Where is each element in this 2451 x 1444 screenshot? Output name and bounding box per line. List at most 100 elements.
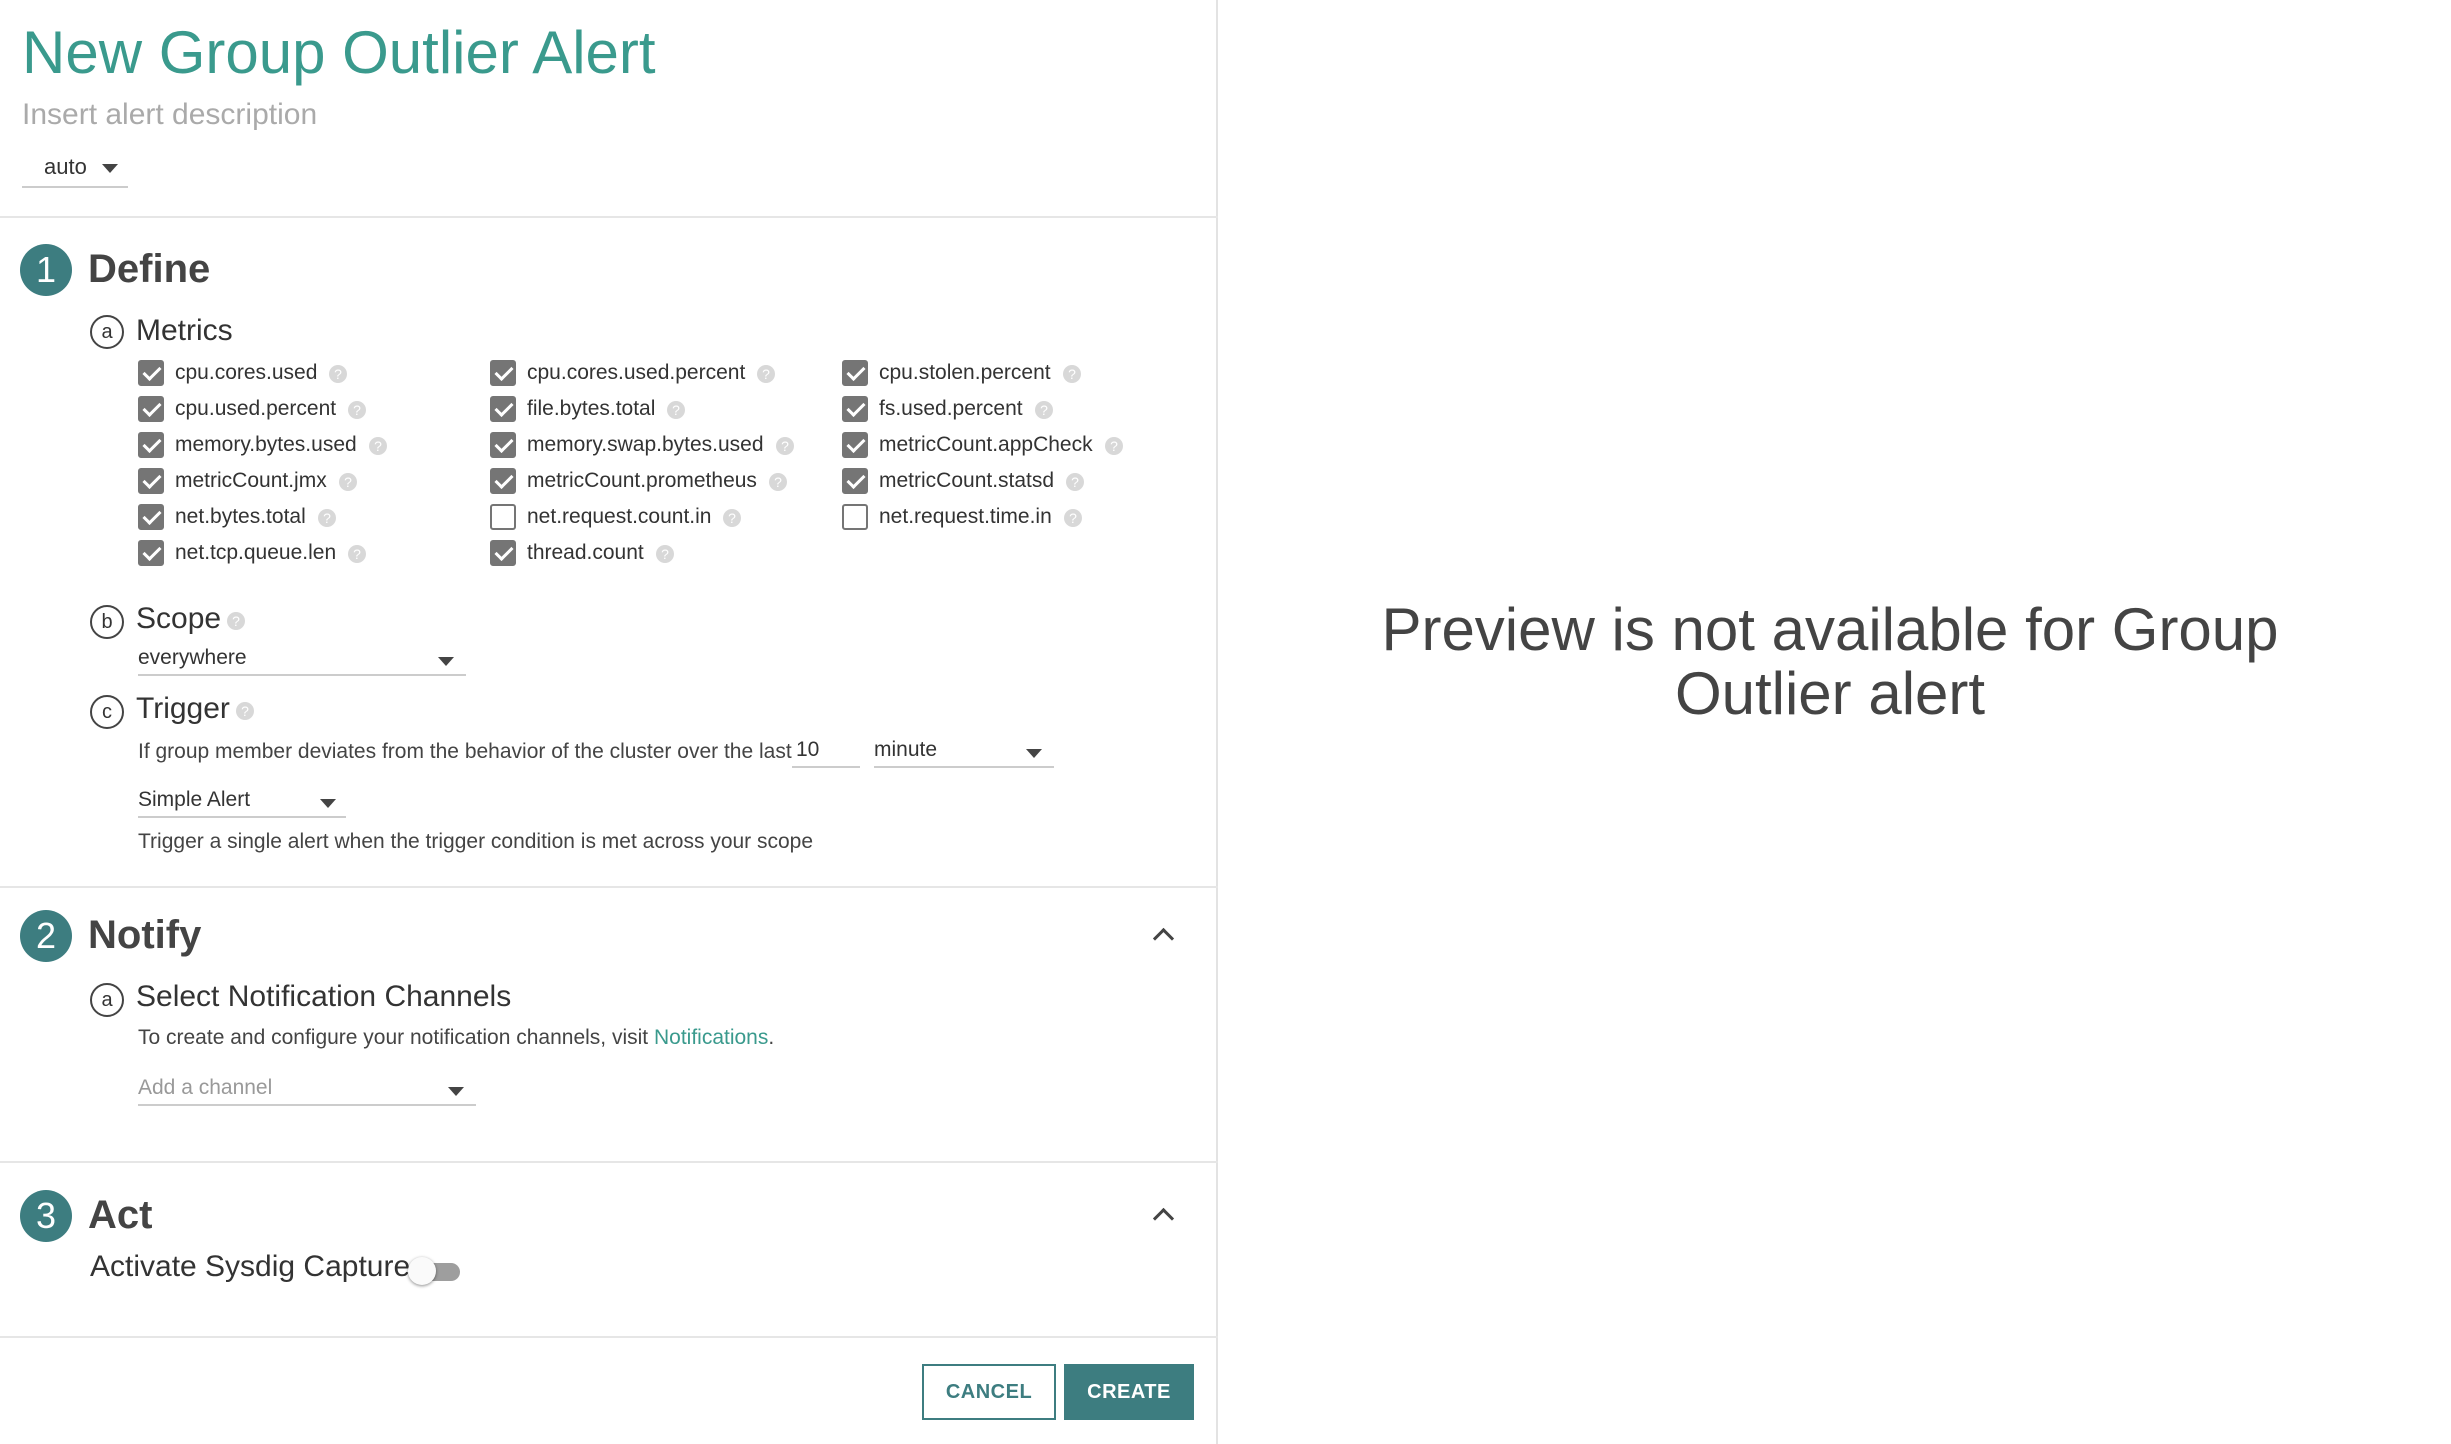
chevron-down-icon <box>1026 749 1042 758</box>
preview-panel: Preview is not available for Group Outli… <box>1220 0 2451 1444</box>
channels-title: Select Notification Channels <box>136 980 512 1013</box>
notifications-link[interactable]: Notifications <box>654 1026 768 1049</box>
metric-label: fs.used.percent <box>879 397 1023 420</box>
metrics-title: Metrics <box>136 314 233 347</box>
alert-title[interactable]: New Group Outlier Alert <box>22 18 656 87</box>
channels-help-text-suffix: . <box>768 1026 775 1049</box>
step-badge-define: 1 <box>20 244 72 296</box>
metric-label: net.request.time.in <box>879 505 1052 528</box>
checkbox-checked-icon[interactable] <box>490 360 516 386</box>
trigger-unit-value: minute <box>874 738 938 761</box>
alert-type-select[interactable]: Simple Alert <box>138 786 346 818</box>
metric-label: cpu.used.percent <box>175 397 337 420</box>
cancel-button[interactable]: CANCEL <box>922 1364 1056 1420</box>
help-icon[interactable]: ? <box>723 509 741 527</box>
help-icon[interactable]: ? <box>339 473 357 491</box>
alert-form-panel: New Group Outlier Alert Insert alert des… <box>0 0 1218 1444</box>
section-title-define: Define <box>88 247 211 291</box>
checkbox-checked-icon[interactable] <box>138 432 164 458</box>
checkbox-checked-icon[interactable] <box>490 396 516 422</box>
help-icon[interactable]: ? <box>1063 365 1081 383</box>
step-badge-act: 3 <box>20 1190 72 1242</box>
chevron-down-icon <box>102 164 118 173</box>
scope-title: Scope <box>136 602 222 635</box>
help-icon[interactable]: ? <box>667 401 685 419</box>
metric-label: cpu.cores.used <box>175 361 318 384</box>
help-icon[interactable]: ? <box>318 509 336 527</box>
metric-label: metricCount.appCheck <box>879 433 1093 456</box>
help-icon[interactable]: ? <box>1105 437 1123 455</box>
help-icon[interactable]: ? <box>369 437 387 455</box>
help-icon[interactable]: ? <box>227 612 245 630</box>
checkbox-checked-icon[interactable] <box>842 396 868 422</box>
scope-select-value: everywhere <box>138 646 247 669</box>
checkbox-checked-icon[interactable] <box>490 468 516 494</box>
checkbox-checked-icon[interactable] <box>138 360 164 386</box>
checkbox-checked-icon[interactable] <box>138 504 164 530</box>
channel-select[interactable]: Add a channel <box>138 1074 476 1106</box>
help-icon[interactable]: ? <box>1035 401 1053 419</box>
checkbox-checked-icon[interactable] <box>138 396 164 422</box>
metric-label: cpu.cores.used.percent <box>527 361 746 384</box>
chevron-up-icon[interactable] <box>1152 927 1175 950</box>
trigger-duration-input[interactable]: 10 <box>792 736 860 768</box>
metric-label: thread.count <box>527 541 644 564</box>
metric-label: net.bytes.total <box>175 505 306 528</box>
help-icon[interactable]: ? <box>348 545 366 563</box>
sub-badge-trigger: c <box>90 695 124 729</box>
help-icon[interactable]: ? <box>656 545 674 563</box>
section-title-notify: Notify <box>88 913 202 957</box>
metric-label: net.request.count.in <box>527 505 712 528</box>
metric-label: metricCount.jmx <box>175 469 327 492</box>
metric-label: metricCount.prometheus <box>527 469 757 492</box>
divider <box>0 1161 1218 1163</box>
alert-description-input[interactable]: Insert alert description <box>22 98 317 132</box>
severity-select-value: auto <box>44 154 87 179</box>
divider <box>0 216 1218 218</box>
capture-toggle[interactable] <box>408 1255 464 1285</box>
checkbox-checked-icon[interactable] <box>842 468 868 494</box>
severity-select[interactable]: auto <box>22 150 128 188</box>
step-badge-notify: 2 <box>20 910 72 962</box>
chevron-up-icon[interactable] <box>1152 1207 1175 1230</box>
trigger-duration-value: 10 <box>796 738 820 761</box>
chevron-down-icon <box>320 799 336 808</box>
checkbox-checked-icon[interactable] <box>138 540 164 566</box>
help-icon[interactable]: ? <box>329 365 347 383</box>
help-icon[interactable]: ? <box>769 473 787 491</box>
checkbox-checked-icon[interactable] <box>842 432 868 458</box>
help-icon[interactable]: ? <box>776 437 794 455</box>
checkbox-unchecked-icon[interactable] <box>842 504 868 530</box>
sub-badge-metrics: a <box>90 315 124 349</box>
sub-badge-scope: b <box>90 605 124 639</box>
sub-badge-channels: a <box>90 983 124 1017</box>
preview-message: Preview is not available for Group Outli… <box>1381 596 2279 727</box>
channels-help-text-label: To create and configure your notificatio… <box>138 1026 649 1049</box>
alert-type-description: Trigger a single alert when the trigger … <box>138 830 814 853</box>
toggle-knob <box>408 1257 436 1285</box>
help-icon[interactable]: ? <box>348 401 366 419</box>
checkbox-unchecked-icon[interactable] <box>490 504 516 530</box>
metric-label: cpu.stolen.percent <box>879 361 1051 384</box>
checkbox-checked-icon[interactable] <box>138 468 164 494</box>
checkbox-checked-icon[interactable] <box>842 360 868 386</box>
metric-label: memory.swap.bytes.used <box>527 433 764 456</box>
trigger-unit-select[interactable]: minute <box>874 736 1054 768</box>
checkbox-checked-icon[interactable] <box>490 432 516 458</box>
metric-label: memory.bytes.used <box>175 433 357 456</box>
alert-type-value: Simple Alert <box>138 788 251 811</box>
help-icon[interactable]: ? <box>1066 473 1084 491</box>
help-icon[interactable]: ? <box>1064 509 1082 527</box>
help-icon[interactable]: ? <box>757 365 775 383</box>
chevron-down-icon <box>448 1087 464 1096</box>
checkbox-checked-icon[interactable] <box>490 540 516 566</box>
channel-select-placeholder: Add a channel <box>138 1076 273 1099</box>
divider <box>0 1336 1218 1338</box>
scope-select[interactable]: everywhere <box>138 644 466 676</box>
capture-label: Activate Sysdig Capture <box>90 1250 411 1283</box>
create-button[interactable]: CREATE <box>1064 1364 1194 1420</box>
metric-label: file.bytes.total <box>527 397 656 420</box>
divider <box>0 886 1218 888</box>
metric-label: net.tcp.queue.len <box>175 541 337 564</box>
help-icon[interactable]: ? <box>236 702 254 720</box>
